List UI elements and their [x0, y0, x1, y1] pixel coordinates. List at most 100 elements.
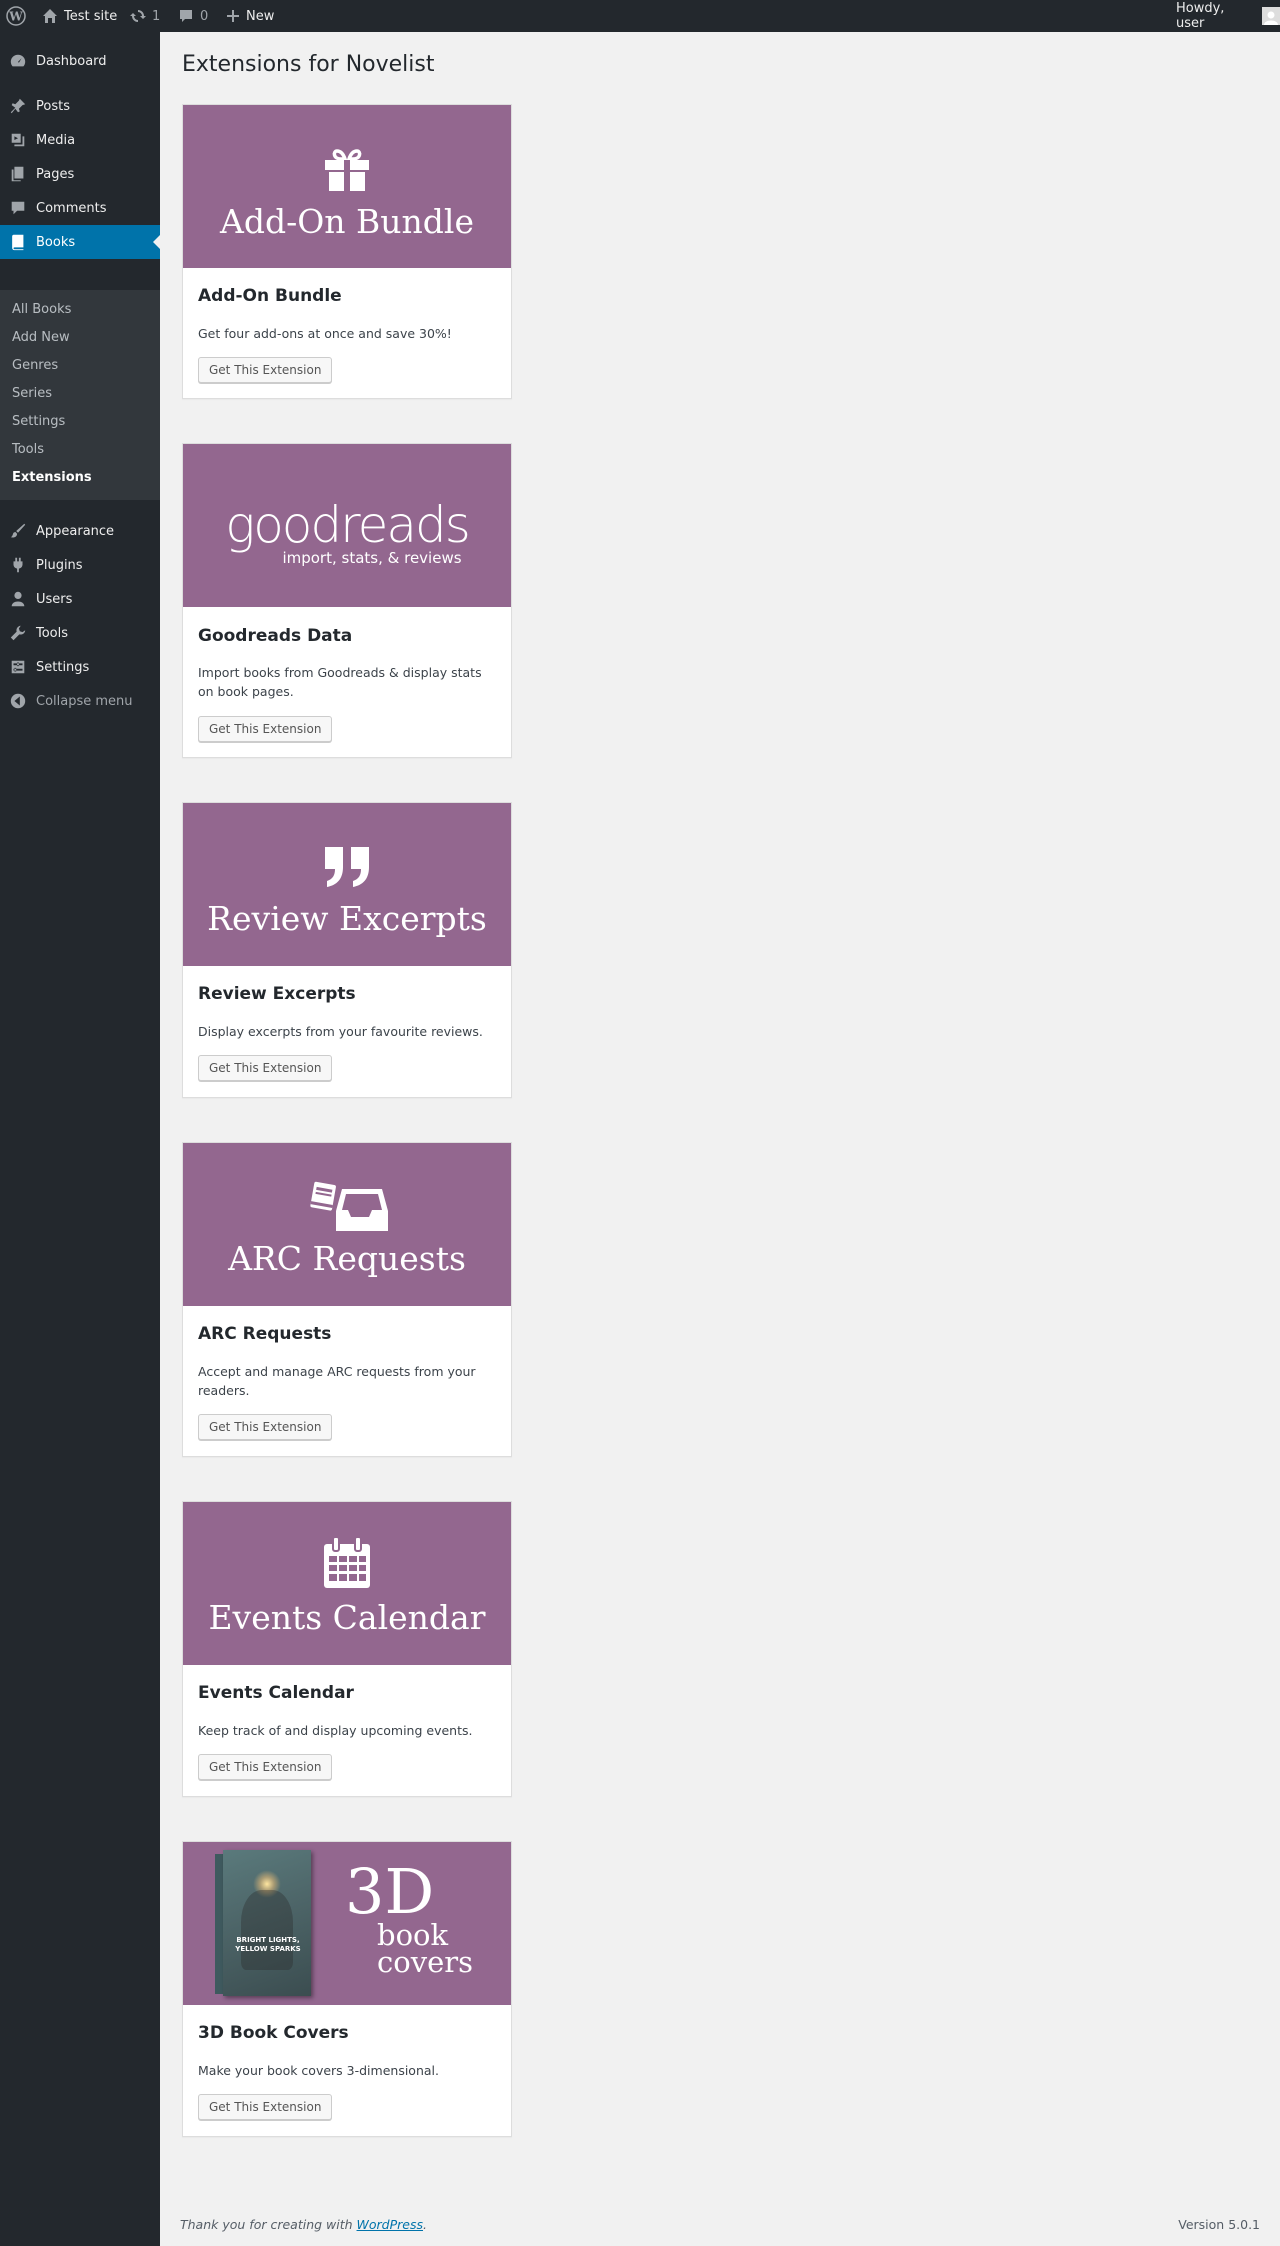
sidebar-item-settings[interactable]: Settings — [0, 650, 160, 684]
extension-card-review-excerpts: Review Excerpts Review Excerpts Display … — [182, 802, 512, 1098]
brush-icon — [0, 522, 36, 540]
book-icon — [0, 233, 36, 251]
submenu-series[interactable]: Series — [12, 384, 52, 404]
updates-icon — [130, 10, 146, 22]
extension-title: ARC Requests — [198, 1324, 332, 1344]
extension-title: Add-On Bundle — [198, 286, 342, 306]
new-label: New — [246, 8, 275, 24]
extension-description: Accept and manage ARC requests from your… — [198, 1364, 476, 1398]
avatar — [1262, 7, 1280, 25]
banner-title: 3D — [345, 1855, 435, 1928]
plus-icon — [227, 10, 239, 22]
sidebar-item-label: Comments — [36, 200, 107, 216]
collapse-icon — [0, 692, 36, 710]
extension-card-events-calendar: Events Calendar Events Calendar Keep tra… — [182, 1501, 512, 1797]
inbox-icon — [183, 1181, 511, 1231]
get-extension-button[interactable]: Get This Extension — [198, 716, 333, 742]
sidebar-item-plugins[interactable]: Plugins — [0, 548, 160, 582]
wrench-icon — [0, 624, 36, 642]
sidebar-item-users[interactable]: Users — [0, 582, 160, 616]
extension-description: Make your book covers 3-dimensional. — [198, 2063, 439, 2078]
updates-link[interactable]: 1 — [130, 0, 160, 32]
extension-description: Keep track of and display upcoming event… — [198, 1723, 473, 1738]
site-name: Test site — [64, 8, 118, 24]
book-cover-title: BRIGHT LIGHTS, YELLOW SPARKS — [235, 1936, 301, 1953]
calendar-icon — [183, 1536, 511, 1588]
sidebar-item-label: Dashboard — [36, 53, 107, 69]
sidebar-item-label: Tools — [36, 625, 69, 641]
sidebar-item-comments[interactable]: Comments — [0, 191, 160, 225]
sidebar-item-label: Posts — [36, 98, 70, 114]
account-menu[interactable]: Howdy, user — [1176, 0, 1280, 32]
wordpress-logo-icon[interactable]: W — [6, 0, 26, 32]
books-submenu: All Books Add New Genres Series Settings… — [0, 290, 160, 500]
new-content-link[interactable]: New — [226, 0, 274, 32]
quote-icon — [183, 843, 511, 887]
extension-banner: Review Excerpts — [183, 803, 511, 966]
sidebar-item-media[interactable]: Media — [0, 123, 160, 157]
sidebar-item-tools[interactable]: Tools — [0, 616, 160, 650]
extension-banner: Add-On Bundle — [183, 105, 511, 268]
sidebar-item-pages[interactable]: Pages — [0, 157, 160, 191]
updates-count: 1 — [152, 8, 161, 24]
extension-card-goodreads: goodreads import, stats, & reviews Goodr… — [182, 443, 512, 758]
admin-bar: W Test site 1 0 New Howdy, user — [0, 0, 1280, 32]
book-cover-image: BRIGHT LIGHTS, YELLOW SPARKS — [215, 1850, 311, 1996]
sidebar-item-label: Pages — [36, 166, 75, 182]
comments-count: 0 — [200, 8, 209, 24]
plug-icon — [0, 556, 36, 574]
collapse-menu-button[interactable]: Collapse menu — [0, 684, 160, 718]
extension-card-arc-requests: ARC Requests ARC Requests Accept and man… — [182, 1142, 512, 1457]
sidebar-item-label: Users — [36, 591, 73, 607]
banner-title: ARC Requests — [228, 1239, 466, 1278]
extension-title: Goodreads Data — [198, 626, 353, 646]
sidebar-item-appearance[interactable]: Appearance — [0, 514, 160, 548]
site-name-link[interactable]: Test site — [42, 0, 117, 32]
get-extension-button[interactable]: Get This Extension — [198, 1414, 333, 1440]
extension-title: Review Excerpts — [198, 984, 356, 1004]
sidebar-item-label: Appearance — [36, 523, 115, 539]
get-extension-button[interactable]: Get This Extension — [198, 1754, 333, 1780]
submenu-all-books[interactable]: All Books — [12, 300, 71, 320]
extension-title: 3D Book Covers — [198, 2023, 349, 2043]
get-extension-button[interactable]: Get This Extension — [198, 1055, 333, 1081]
pages-icon — [0, 165, 36, 183]
extension-banner: Events Calendar — [183, 1502, 511, 1665]
banner-title: Add-On Bundle — [220, 202, 474, 241]
sidebar-item-label: Collapse menu — [36, 693, 133, 709]
extension-banner: ARC Requests — [183, 1143, 511, 1306]
extension-card-3d-book-covers: BRIGHT LIGHTS, YELLOW SPARKS 3D book cov… — [182, 1841, 512, 2137]
page-title: Extensions for Novelist — [182, 52, 435, 77]
comment-bubble-icon — [180, 10, 192, 22]
howdy-text: Howdy, user — [1176, 1, 1225, 31]
sidebar-item-dashboard[interactable]: Dashboard — [0, 44, 160, 78]
user-icon — [0, 590, 36, 608]
home-icon — [43, 9, 57, 23]
extension-description: Import books from Goodreads & display st… — [198, 665, 482, 699]
submenu-add-new[interactable]: Add New — [12, 328, 70, 348]
get-extension-button[interactable]: Get This Extension — [198, 357, 333, 383]
gift-icon — [183, 147, 511, 191]
submenu-tools[interactable]: Tools — [12, 440, 44, 460]
footer-version: Version 5.0.1 — [1178, 2217, 1260, 2232]
sidebar-item-books[interactable]: Books — [0, 225, 160, 259]
extension-card-addon-bundle: Add-On Bundle Add-On Bundle Get four add… — [182, 104, 512, 399]
footer-thanks-text: Thank you for creating with — [180, 2217, 353, 2232]
svg-text:W: W — [8, 10, 23, 24]
extension-description: Display excerpts from your favourite rev… — [198, 1024, 483, 1039]
submenu-genres[interactable]: Genres — [12, 356, 58, 376]
extension-description: Get four add-ons at once and save 30%! — [198, 326, 452, 341]
wordpress-link[interactable]: WordPress — [357, 2217, 423, 2232]
comments-link[interactable]: 0 — [178, 0, 208, 32]
submenu-extensions[interactable]: Extensions — [12, 468, 92, 488]
get-extension-button[interactable]: Get This Extension — [198, 2094, 333, 2120]
submenu-settings[interactable]: Settings — [12, 412, 65, 432]
media-icon — [0, 131, 36, 149]
sidebar-item-label: Settings — [36, 659, 90, 675]
sidebar-item-posts[interactable]: Posts — [0, 89, 160, 123]
pin-icon — [0, 97, 36, 115]
sidebar-item-label: Plugins — [36, 557, 83, 573]
dashboard-icon — [0, 52, 36, 70]
banner-subtitle: book covers — [377, 1918, 473, 1979]
sidebar-item-label: Books — [36, 234, 76, 250]
